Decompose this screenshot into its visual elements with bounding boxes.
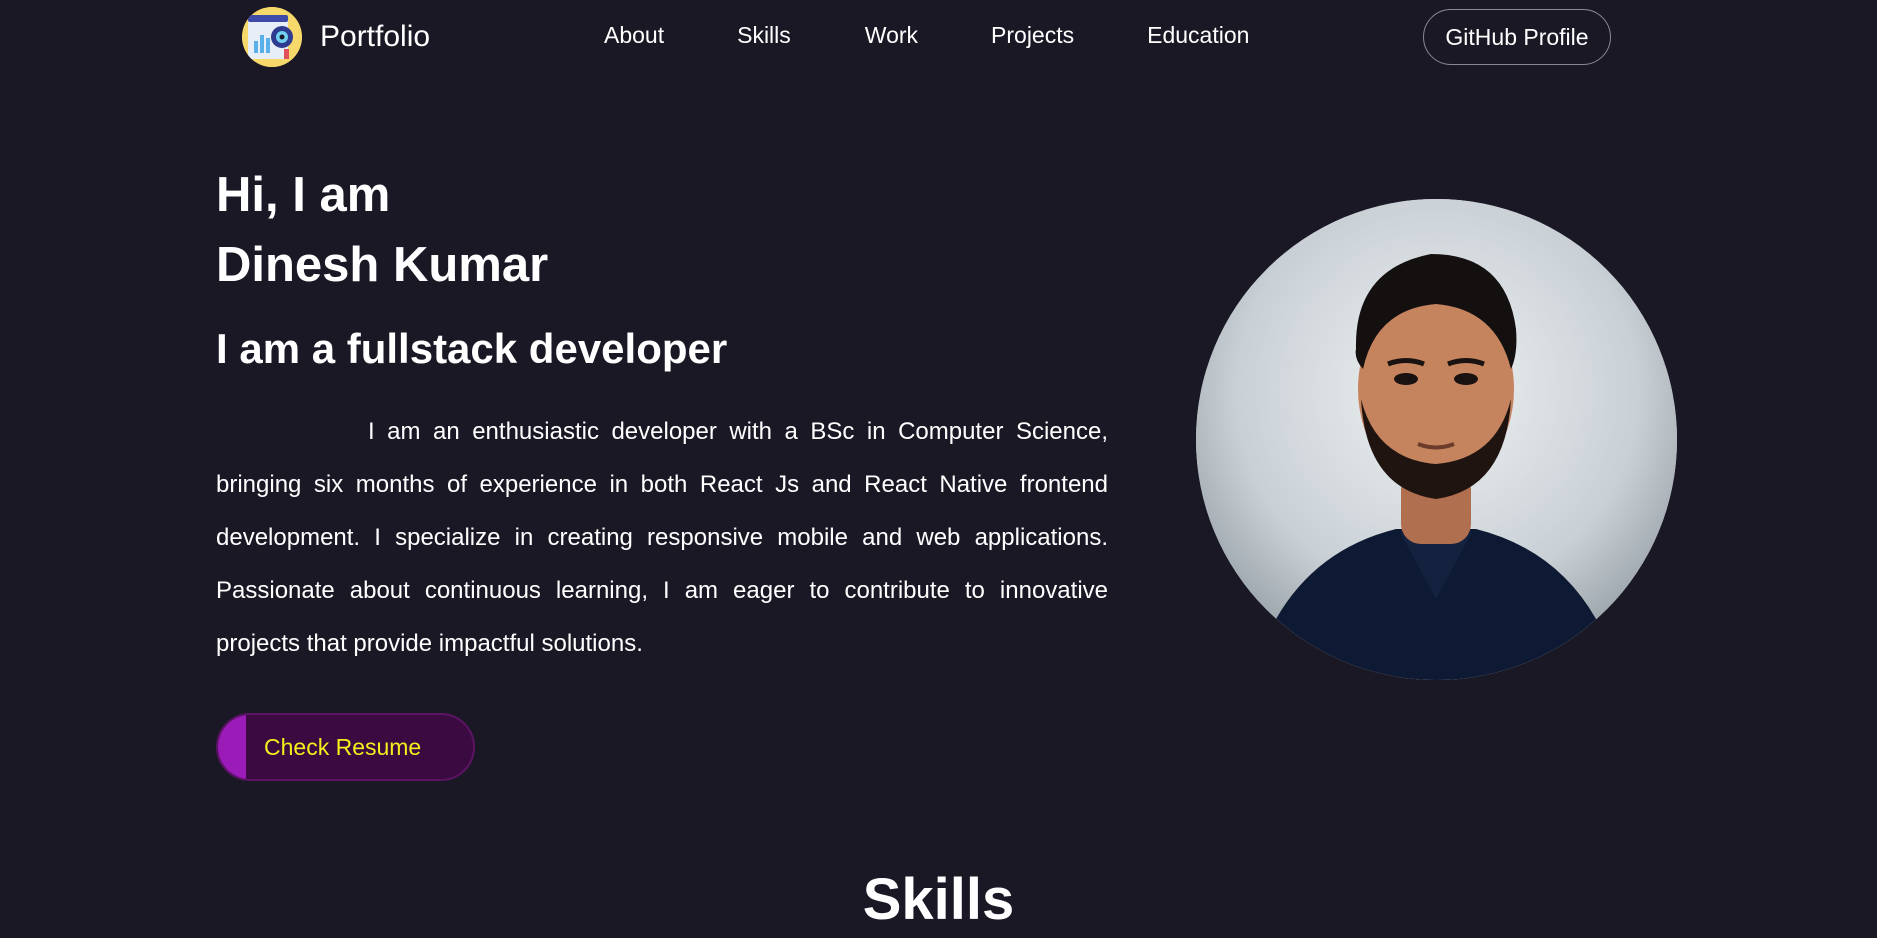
nav-link-work[interactable]: Work bbox=[865, 22, 918, 49]
nav-link-education[interactable]: Education bbox=[1147, 22, 1249, 49]
hero-name: Dinesh Kumar bbox=[216, 238, 549, 292]
hero-role: I am a fullstack developer bbox=[216, 325, 728, 372]
nav-links: About Skills Work Projects Education bbox=[604, 22, 1249, 49]
brand[interactable]: Portfolio bbox=[242, 6, 430, 68]
hero-intro: Hi, I am Dinesh Kumar I am a fullstack d… bbox=[216, 160, 1108, 670]
portfolio-logo-icon bbox=[242, 7, 302, 67]
navbar: Portfolio About Skills Work Projects Edu… bbox=[0, 0, 1877, 74]
logo-title: Portfolio bbox=[320, 20, 431, 53]
check-resume-button[interactable]: Check Resume bbox=[216, 713, 475, 781]
profile-photo bbox=[1196, 199, 1677, 680]
hero-bio: I am an enthusiastic developer with a BS… bbox=[216, 418, 1108, 657]
resume-button-accent bbox=[218, 715, 246, 779]
nav-link-about[interactable]: About bbox=[604, 22, 664, 49]
greeting-line: Hi, I am bbox=[216, 168, 391, 222]
skills-heading: Skills bbox=[862, 867, 1015, 932]
github-profile-button[interactable]: GitHub Profile bbox=[1423, 9, 1611, 65]
nav-link-skills[interactable]: Skills bbox=[737, 22, 791, 49]
resume-button-label: Check Resume bbox=[264, 733, 422, 760]
nav-link-projects[interactable]: Projects bbox=[991, 22, 1074, 49]
